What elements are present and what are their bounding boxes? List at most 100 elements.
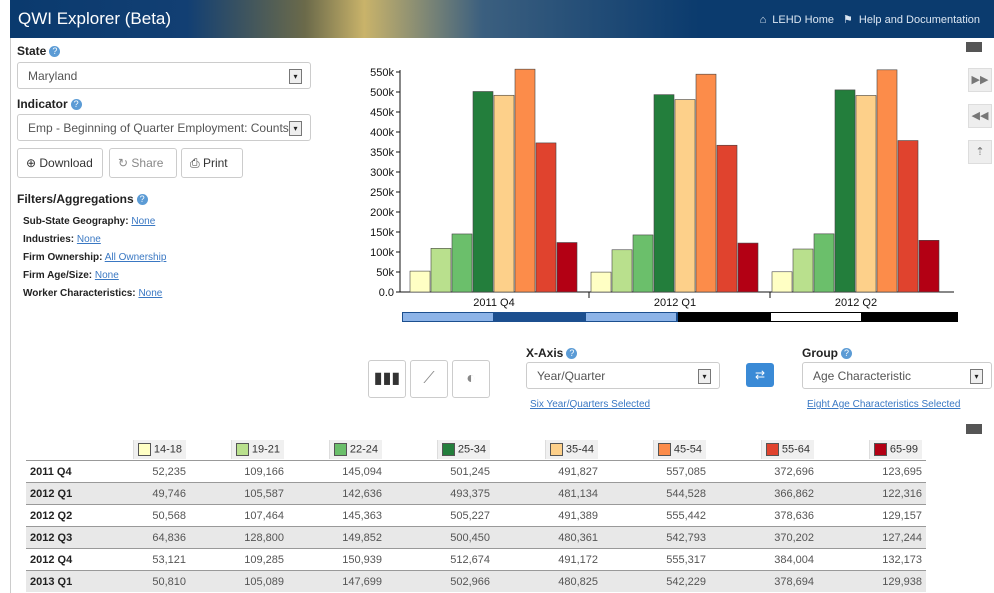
table-cell: 142,636 — [288, 482, 386, 505]
xaxis-select[interactable]: Year/Quarter ▾ — [526, 362, 720, 389]
bar-chart-type-button[interactable]: ▮▮▮ — [368, 360, 406, 398]
table-row: 2012 Q4 53,121 109,285 150,939 512,674 491,17… — [26, 548, 926, 571]
swap-icon: ⇄ — [754, 368, 766, 382]
table-cell: 149,852 — [288, 526, 386, 549]
table-row: 2012 Q2 50,568 107,464 145,363 505,227 491,38… — [26, 504, 926, 527]
info-icon[interactable]: ? — [566, 348, 578, 360]
filter-label: Industries: — [23, 234, 75, 245]
data-table: 14-18 19-21 22-24 25-34 35-44 45-54 55-6… — [26, 438, 926, 592]
info-icon[interactable]: ? — [49, 46, 61, 58]
download-button[interactable]: ⊕ Download — [17, 148, 103, 178]
y-tick-label: 250k — [370, 187, 394, 199]
download-icon: ⊕ — [26, 156, 40, 170]
state-select[interactable]: Maryland ▾ — [17, 62, 311, 89]
state-value: Maryland — [28, 69, 78, 83]
fast-forward-icon[interactable]: ▶▶ — [968, 68, 992, 92]
help-link[interactable]: Help and Documentation — [859, 14, 980, 26]
table-cell: 49,746 — [104, 482, 190, 505]
bar — [716, 144, 738, 293]
jump-to-start-icon[interactable]: ⇡ — [968, 140, 992, 164]
table-cell: 493,375 — [386, 482, 494, 505]
swatch-35-44 — [549, 442, 563, 456]
x-tick-label: 2012 Q2 — [835, 297, 877, 309]
bar — [430, 248, 452, 293]
y-tick-label: 550k — [370, 67, 394, 79]
header-links: ⌂ LEHD Home ⚑ Help and Documentation — [754, 13, 980, 26]
home-icon[interactable]: ⌂ — [760, 14, 767, 26]
bar — [813, 233, 835, 293]
bar — [897, 140, 919, 293]
table-row: 2012 Q3 64,836 128,800 149,852 500,450 480,36… — [26, 526, 926, 549]
swatch-14-18 — [137, 442, 151, 456]
xaxis-selection-link[interactable]: Six Year/Quarters Selected — [530, 399, 650, 410]
rewind-icon[interactable]: ◀◀ — [968, 104, 992, 128]
row-header-blank — [26, 438, 104, 461]
table-cell: 109,166 — [190, 460, 288, 483]
minimize-icon[interactable] — [966, 42, 982, 52]
filter-link[interactable]: None — [95, 270, 119, 281]
chevron-down-icon: ▾ — [289, 121, 302, 136]
info-icon[interactable]: ? — [841, 348, 852, 360]
table-cell: 480,361 — [494, 526, 602, 549]
row-label: 2012 Q4 — [26, 548, 104, 571]
y-tick-label: 450k — [370, 107, 394, 119]
print-icon: ⎙ — [190, 156, 203, 170]
filters-title-row: Filters/Aggregations? — [17, 192, 148, 206]
y-tick-label: 0.0 — [379, 287, 394, 299]
xaxis-label-row: X-Axis? — [526, 346, 578, 360]
filter-link[interactable]: None — [131, 216, 155, 227]
group-select[interactable]: Age Characteristic ▾ — [802, 362, 992, 389]
table-cell: 52,235 — [104, 460, 190, 483]
row-label: 2011 Q4 — [26, 460, 104, 483]
column-header[interactable]: 65-99 — [818, 438, 926, 461]
y-tick-label: 300k — [370, 167, 394, 179]
column-header[interactable]: 45-54 — [602, 438, 710, 461]
filter-link[interactable]: None — [77, 234, 101, 245]
table-cell: 145,363 — [288, 504, 386, 527]
info-icon[interactable]: ? — [136, 194, 148, 206]
column-header[interactable]: 14-18 — [104, 438, 190, 461]
column-header[interactable]: 55-64 — [710, 438, 818, 461]
table-cell: 105,089 — [190, 570, 288, 592]
filter-row: Firm Age/Size: None — [23, 270, 119, 281]
state-label-row: State? — [17, 44, 61, 58]
minimize-icon[interactable] — [966, 424, 982, 434]
y-tick-label: 100k — [370, 247, 394, 259]
table-cell: 53,121 — [104, 548, 190, 571]
filters-title: Filters/Aggregations — [17, 192, 134, 206]
table-cell: 50,568 — [104, 504, 190, 527]
info-icon[interactable]: ? — [70, 99, 82, 111]
table-cell: 555,442 — [602, 504, 710, 527]
table-cell: 502,966 — [386, 570, 494, 592]
column-header[interactable]: 35-44 — [494, 438, 602, 461]
lehd-home-link[interactable]: LEHD Home — [772, 14, 834, 26]
header-bar: QWI Explorer (Beta) ⌂ LEHD Home ⚑ Help and… — [10, 0, 994, 38]
indicator-select[interactable]: Emp - Beginning of Quarter Employment: C… — [17, 114, 311, 141]
table-cell: 128,800 — [190, 526, 288, 549]
map-type-button[interactable]: ◐ — [452, 360, 490, 398]
table-cell: 123,695 — [818, 460, 926, 483]
print-button[interactable]: ⎙ Print — [181, 148, 243, 178]
table-cell: 145,094 — [288, 460, 386, 483]
table-cell: 50,810 — [104, 570, 190, 592]
bar — [771, 271, 793, 293]
column-header[interactable]: 22-24 — [288, 438, 386, 461]
line-chart-type-button[interactable]: ⟋ — [410, 360, 448, 398]
table-cell: 122,316 — [818, 482, 926, 505]
filter-link[interactable]: None — [138, 288, 162, 299]
app-title: QWI Explorer (Beta) — [18, 9, 172, 28]
column-header[interactable]: 19-21 — [190, 438, 288, 461]
y-tick-label: 200k — [370, 207, 394, 219]
filter-link[interactable]: All Ownership — [105, 252, 167, 263]
share-button[interactable]: ↻ Share — [109, 148, 177, 178]
y-tick-label: 400k — [370, 127, 394, 139]
help-icon[interactable]: ⚑ — [843, 14, 853, 26]
group-selection-link[interactable]: Eight Age Characteristics Selected — [807, 399, 960, 410]
swap-axes-button[interactable]: ⇄ — [746, 363, 774, 387]
swatch-45-54 — [657, 442, 671, 456]
table-cell: 372,696 — [710, 460, 818, 483]
column-header[interactable]: 25-34 — [386, 438, 494, 461]
group-value: Age Characteristic — [813, 369, 912, 383]
table-row: 2011 Q4 52,235 109,166 145,094 501,245 491,82… — [26, 460, 926, 483]
table-cell: 542,793 — [602, 526, 710, 549]
